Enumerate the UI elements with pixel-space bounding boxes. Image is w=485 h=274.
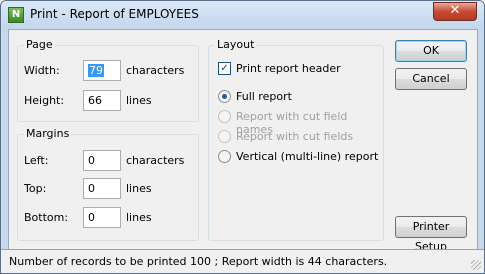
width-unit: characters bbox=[126, 64, 185, 77]
cancel-button[interactable]: Cancel bbox=[395, 68, 467, 90]
full-report-radio[interactable] bbox=[218, 90, 231, 103]
height-unit: lines bbox=[126, 94, 152, 107]
height-field[interactable]: 66 bbox=[83, 90, 121, 111]
bottom-margin-field[interactable]: 0 bbox=[83, 207, 121, 228]
width-field[interactable]: 79 bbox=[83, 60, 121, 81]
left-margin-field[interactable]: 0 bbox=[83, 150, 121, 171]
margins-group: Margins Left: 0 characters Top: 0 lines … bbox=[17, 127, 199, 241]
ok-button[interactable]: OK bbox=[395, 40, 467, 62]
width-value: 79 bbox=[88, 64, 104, 77]
margins-group-title: Margins bbox=[24, 127, 72, 140]
cut-fields-radio bbox=[218, 130, 231, 143]
dialog-client-area: Page Width: 79 characters Height: 66 lin… bbox=[8, 29, 478, 267]
status-bar: Number of records to be printed 100 ; Re… bbox=[1, 249, 484, 273]
page-group-title: Page bbox=[24, 38, 55, 51]
window-title: Print - Report of EMPLOYEES bbox=[30, 7, 199, 21]
page-group: Page Width: 79 characters Height: 66 lin… bbox=[17, 38, 199, 122]
vertical-report-label[interactable]: Vertical (multi-line) report bbox=[236, 150, 378, 163]
top-margin-unit: lines bbox=[126, 182, 152, 195]
bottom-margin-label: Bottom: bbox=[24, 211, 69, 224]
left-margin-unit: characters bbox=[126, 154, 185, 167]
print-header-label[interactable]: Print report header bbox=[236, 62, 341, 75]
bottom-margin-value: 0 bbox=[88, 211, 95, 224]
print-header-checkbox[interactable]: ✓ bbox=[218, 62, 231, 75]
height-value: 66 bbox=[88, 94, 102, 107]
full-report-label[interactable]: Full report bbox=[236, 90, 292, 103]
layout-group-title: Layout bbox=[215, 38, 257, 51]
cut-fields-label: Report with cut fields bbox=[236, 130, 354, 143]
left-margin-label: Left: bbox=[24, 154, 49, 167]
app-icon: N bbox=[8, 7, 24, 23]
cut-field-names-radio bbox=[218, 110, 231, 123]
layout-group: Layout ✓ Print report header Full report… bbox=[208, 38, 384, 241]
vertical-report-radio[interactable] bbox=[218, 150, 231, 163]
print-dialog-window: N Print - Report of EMPLOYEES ✕ Page Wid… bbox=[0, 0, 485, 274]
width-label: Width: bbox=[24, 64, 60, 77]
title-bar[interactable]: N Print - Report of EMPLOYEES ✕ bbox=[1, 1, 484, 28]
close-button[interactable]: ✕ bbox=[433, 2, 477, 21]
top-margin-label: Top: bbox=[24, 182, 47, 195]
bottom-margin-unit: lines bbox=[126, 211, 152, 224]
height-label: Height: bbox=[24, 94, 65, 107]
printer-setup-button[interactable]: Printer Setup bbox=[395, 216, 467, 253]
top-margin-field[interactable]: 0 bbox=[83, 178, 121, 199]
status-text: Number of records to be printed 100 ; Re… bbox=[9, 255, 388, 268]
top-margin-value: 0 bbox=[88, 182, 95, 195]
left-margin-value: 0 bbox=[88, 154, 95, 167]
resize-grip-icon[interactable] bbox=[471, 260, 481, 270]
